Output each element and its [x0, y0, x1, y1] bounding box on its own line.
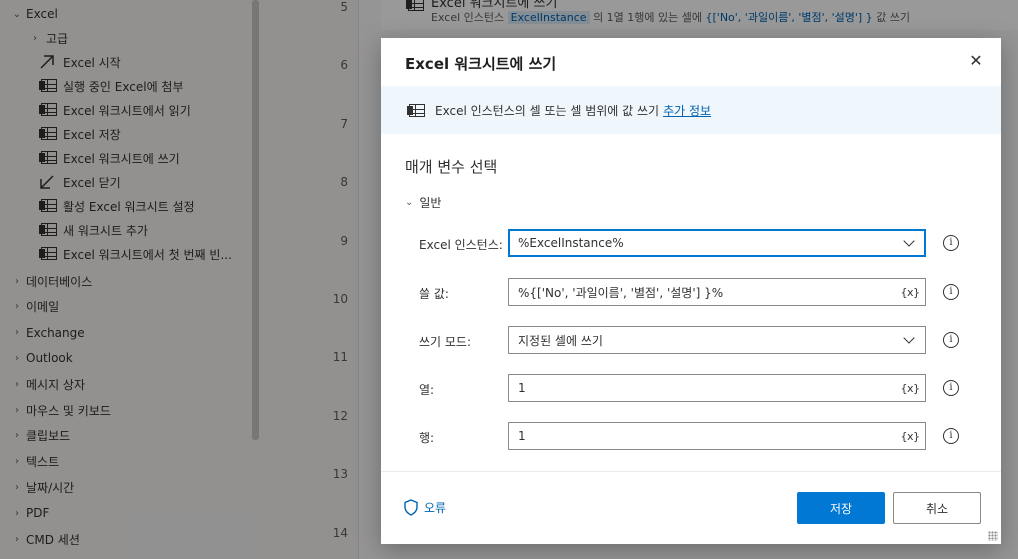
info-bar: Excel 인스턴스의 셀 또는 셀 범위에 값 쓰기 추가 정보 [381, 86, 1001, 134]
field-row-instance: Excel 인스턴스: %ExcelInstance% i [381, 229, 1001, 259]
chevron-down-icon [903, 333, 917, 347]
write-mode-dropdown[interactable]: 지정된 셀에 쓰기 [508, 326, 926, 354]
info-icon[interactable]: i [943, 284, 959, 300]
write-to-excel-dialog: Excel 워크시트에 쓰기 ✕ Excel 인스턴스의 셀 또는 셀 범위에 … [381, 38, 1001, 544]
chevron-down-icon: ⌄ [405, 197, 414, 208]
field-label: 쓸 값: [419, 287, 449, 301]
cancel-button[interactable]: 취소 [893, 492, 981, 524]
close-icon[interactable]: ✕ [965, 50, 987, 72]
info-icon[interactable]: i [943, 332, 959, 348]
excel-instance-dropdown[interactable]: %ExcelInstance% [508, 229, 926, 257]
resize-grip[interactable] [988, 531, 998, 541]
parameters-title: 매개 변수 선택 [405, 158, 498, 176]
variable-picker-icon[interactable]: {x} [899, 286, 921, 299]
column-input[interactable]: 1 {x} [508, 374, 926, 402]
more-info-link[interactable]: 추가 정보 [663, 102, 711, 119]
field-row-mode: 쓰기 모드: 지정된 셀에 쓰기 i [381, 326, 1001, 356]
footer-divider [381, 471, 1001, 472]
info-icon[interactable]: i [943, 380, 959, 396]
field-row-value: 쓸 값: %{['No', '과일이름', '별점', '설명'] }% {x}… [381, 278, 1001, 308]
chevron-down-icon [903, 236, 917, 250]
save-button[interactable]: 저장 [797, 492, 885, 524]
field-row-column: 열: 1 {x} i [381, 374, 1001, 404]
section-general-toggle[interactable]: ⌄ 일반 [405, 194, 441, 211]
field-label: 행: [419, 431, 435, 445]
errors-button[interactable]: 오류 [403, 499, 446, 516]
variable-picker-icon[interactable]: {x} [899, 430, 921, 443]
value-input[interactable]: %{['No', '과일이름', '별점', '설명'] }% {x} [508, 278, 926, 306]
field-label: 열: [419, 383, 435, 397]
info-icon[interactable]: i [943, 235, 959, 251]
row-input[interactable]: 1 {x} [508, 422, 926, 450]
table-icon [407, 103, 425, 117]
field-label: 쓰기 모드: [419, 335, 472, 349]
dialog-title: Excel 워크시트에 쓰기 [405, 55, 557, 73]
info-icon[interactable]: i [943, 428, 959, 444]
variable-picker-icon[interactable]: {x} [899, 382, 921, 395]
field-label: Excel 인스턴스: [419, 238, 503, 252]
info-text: Excel 인스턴스의 셀 또는 셀 범위에 값 쓰기 [435, 103, 660, 118]
field-row-row: 행: 1 {x} i [381, 422, 1001, 452]
shield-icon [404, 499, 418, 516]
